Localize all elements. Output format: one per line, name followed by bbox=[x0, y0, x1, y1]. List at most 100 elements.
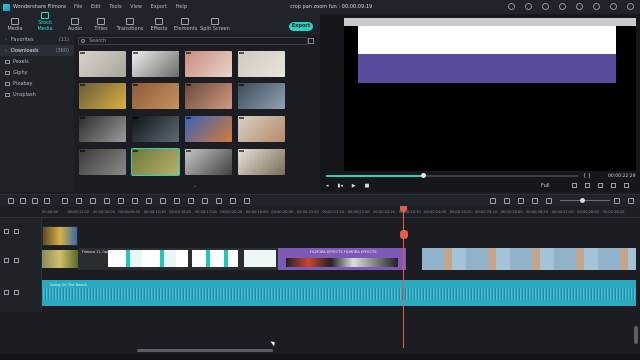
close-icon[interactable] bbox=[627, 3, 634, 10]
filter-icon[interactable] bbox=[308, 38, 314, 44]
media-thumbnail[interactable] bbox=[185, 51, 232, 77]
menu-help[interactable]: Help bbox=[176, 4, 187, 10]
media-thumbnail[interactable] bbox=[185, 149, 232, 175]
media-thumbnail[interactable] bbox=[238, 83, 285, 109]
lock-icon[interactable] bbox=[4, 229, 9, 235]
mark-in-out[interactable]: { } bbox=[583, 173, 591, 179]
media-thumbnail[interactable] bbox=[132, 83, 179, 109]
zoom-out-icon[interactable] bbox=[546, 198, 552, 204]
menu-tools[interactable]: Tools bbox=[109, 4, 121, 10]
sidebar-item-giphy[interactable]: Giphy bbox=[0, 67, 74, 78]
menu-file[interactable]: File bbox=[74, 4, 82, 10]
sidebar-item-unsplash[interactable]: Unsplash bbox=[0, 89, 74, 100]
media-thumbnail[interactable] bbox=[132, 116, 179, 142]
media-thumbnail[interactable] bbox=[185, 83, 232, 109]
timeline-marker-icon[interactable] bbox=[400, 230, 408, 239]
more-tools-icon[interactable] bbox=[244, 198, 250, 204]
green-screen-icon[interactable] bbox=[146, 198, 152, 204]
media-thumbnail[interactable] bbox=[132, 51, 179, 77]
play-icon[interactable]: ▶ bbox=[352, 183, 356, 189]
eye-icon[interactable] bbox=[14, 258, 19, 263]
vertical-scrollbar[interactable] bbox=[634, 326, 638, 344]
media-thumbnail[interactable] bbox=[131, 148, 180, 176]
media-thumbnail[interactable] bbox=[185, 116, 232, 142]
clip-audio-track[interactable] bbox=[42, 280, 636, 306]
color-icon[interactable] bbox=[104, 198, 110, 204]
cloud-icon[interactable] bbox=[525, 3, 532, 10]
cut-icon[interactable] bbox=[62, 198, 68, 204]
layout-icon[interactable] bbox=[8, 198, 14, 204]
menu-edit[interactable]: Edit bbox=[91, 4, 101, 10]
media-thumbnail[interactable] bbox=[79, 51, 126, 77]
maximize-icon[interactable] bbox=[610, 3, 617, 10]
lock-icon[interactable] bbox=[4, 258, 9, 263]
menu-view[interactable]: View bbox=[130, 4, 142, 10]
search-input[interactable]: Search bbox=[78, 37, 308, 45]
sidebar-item-downloads[interactable]: › Downloads (360) bbox=[0, 45, 74, 56]
render-icon[interactable] bbox=[572, 183, 577, 188]
render-preview-icon[interactable] bbox=[490, 198, 496, 204]
media-thumbnail[interactable] bbox=[79, 149, 126, 175]
speaker-icon[interactable] bbox=[14, 290, 19, 296]
headset-icon[interactable] bbox=[576, 3, 583, 10]
tab-elements[interactable]: Elements bbox=[174, 18, 197, 34]
media-thumbnail[interactable] bbox=[238, 116, 285, 142]
media-thumbnail[interactable] bbox=[79, 116, 126, 142]
progress-knob[interactable] bbox=[421, 173, 427, 178]
fit-timeline-icon[interactable] bbox=[628, 198, 634, 204]
lightbulb-icon[interactable] bbox=[508, 3, 515, 10]
keyframe-icon[interactable] bbox=[132, 198, 138, 204]
stabilize-icon[interactable] bbox=[188, 198, 194, 204]
snapshot-icon[interactable] bbox=[585, 183, 590, 188]
playback-progress[interactable] bbox=[326, 173, 578, 178]
media-thumbnail[interactable] bbox=[79, 83, 126, 109]
tab-stock-media[interactable]: Stock Media bbox=[30, 12, 60, 34]
minimize-icon[interactable] bbox=[593, 3, 600, 10]
stop-icon[interactable]: ■ bbox=[365, 183, 370, 189]
sidebar-item-favorites[interactable]: › Favorites (11) bbox=[0, 34, 74, 45]
zoom-slider-knob[interactable] bbox=[580, 198, 585, 203]
marker-icon[interactable] bbox=[504, 198, 510, 204]
motion-tracking-icon[interactable] bbox=[160, 198, 166, 204]
snap-icon[interactable] bbox=[532, 198, 538, 204]
timeline-ruler[interactable]: 00:00:00 00:00:12:10 00:00:04:00 00:00:08:2… bbox=[0, 206, 640, 218]
export-button[interactable]: Export bbox=[289, 22, 313, 31]
clip-sticker[interactable] bbox=[42, 226, 78, 246]
tab-effects[interactable]: Effects bbox=[148, 18, 170, 34]
tab-transitions[interactable]: Transitions bbox=[116, 18, 144, 34]
zoom-select[interactable]: Full bbox=[541, 183, 550, 189]
redo-icon[interactable] bbox=[32, 198, 38, 204]
clip-beach-video[interactable] bbox=[422, 248, 636, 270]
step-back-icon[interactable]: ▮◂ bbox=[338, 183, 343, 189]
fullscreen-icon[interactable] bbox=[611, 183, 616, 188]
scroll-more-icon[interactable]: ⌄ bbox=[193, 183, 197, 189]
media-thumbnail[interactable] bbox=[238, 51, 285, 77]
account-icon[interactable] bbox=[542, 3, 549, 10]
horizontal-scrollbar[interactable] bbox=[137, 349, 273, 352]
clip-video-a[interactable] bbox=[42, 250, 78, 268]
audio-mixer-icon[interactable] bbox=[118, 198, 124, 204]
mask-icon[interactable] bbox=[202, 198, 208, 204]
crop-icon[interactable] bbox=[76, 198, 82, 204]
settings-icon[interactable] bbox=[624, 183, 629, 188]
sidebar-item-pixabay[interactable]: Pixabay bbox=[0, 78, 74, 89]
sidebar-item-pexels[interactable]: Pexels bbox=[0, 56, 74, 67]
playhead[interactable] bbox=[400, 206, 407, 348]
menu-export[interactable]: Export bbox=[151, 4, 167, 10]
prev-frame-icon[interactable]: ◂ bbox=[326, 183, 329, 189]
lock-icon[interactable] bbox=[4, 290, 9, 296]
undo-icon[interactable] bbox=[20, 198, 26, 204]
timeline-zoom-slider[interactable] bbox=[560, 198, 610, 203]
voiceover-icon[interactable] bbox=[518, 198, 524, 204]
split-icon[interactable] bbox=[174, 198, 180, 204]
tab-audio[interactable]: Audio bbox=[64, 18, 86, 34]
eye-icon[interactable] bbox=[14, 229, 19, 235]
volume-icon[interactable] bbox=[598, 183, 603, 188]
media-thumbnail[interactable] bbox=[238, 149, 285, 175]
tab-titles[interactable]: Titles bbox=[90, 18, 112, 34]
zoom-in-icon[interactable] bbox=[614, 198, 620, 204]
delete-icon[interactable] bbox=[44, 198, 50, 204]
gift-icon[interactable] bbox=[559, 3, 566, 10]
tab-split-screen[interactable]: Split Screen bbox=[200, 18, 230, 34]
speed-icon[interactable] bbox=[90, 198, 96, 204]
